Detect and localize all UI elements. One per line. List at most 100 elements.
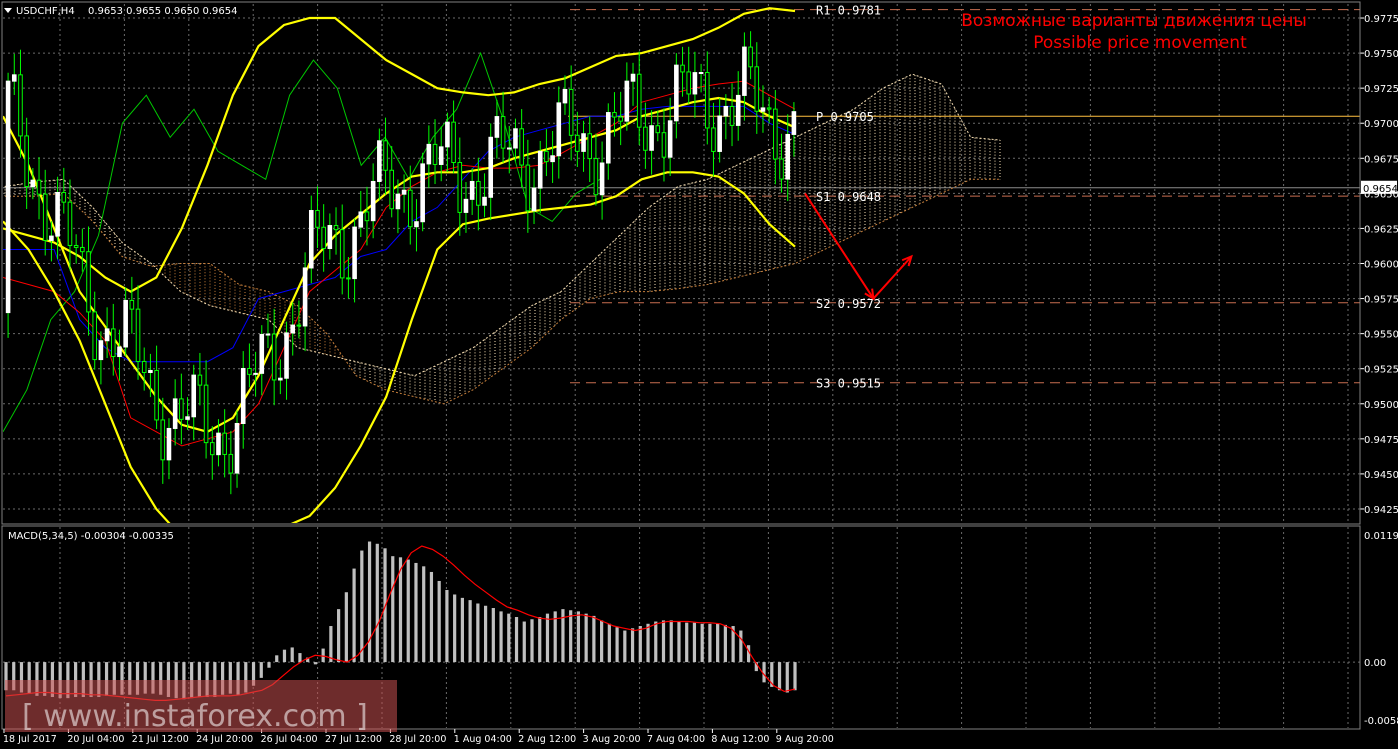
macd-bar [669, 620, 673, 663]
candle-body [67, 201, 73, 246]
macd-bar [700, 623, 704, 663]
candle-body [469, 180, 475, 200]
candle-body [581, 133, 586, 152]
candle-body [191, 374, 197, 418]
price-tick-label: 0.9500 [1364, 400, 1398, 411]
time-tick-label: 3 Aug 20:00 [583, 734, 641, 745]
macd-bar [600, 620, 604, 663]
candle-body [129, 299, 135, 310]
candle-body [377, 140, 382, 182]
macd-bar [290, 647, 294, 663]
macd-bar [723, 624, 727, 663]
macd-bar [777, 662, 782, 691]
price-tick-label: 0.9525 [1364, 365, 1398, 376]
candle-body [222, 432, 227, 455]
price-tick-label: 0.9625 [1364, 224, 1398, 235]
candle-body [36, 179, 42, 195]
candle-body [253, 372, 258, 375]
candle-body [308, 210, 314, 269]
candle-body [179, 398, 184, 420]
macd-bar [453, 594, 457, 663]
candle-body [240, 367, 246, 424]
candle-body [271, 333, 277, 381]
macd-bar [607, 623, 611, 663]
candle-body [550, 155, 555, 163]
price-tick-label: 0.9675 [1364, 154, 1398, 165]
macd-bar [638, 626, 642, 663]
candle-body [556, 102, 562, 157]
candle-body [321, 226, 326, 249]
candle-body [197, 374, 203, 386]
candle-body [172, 398, 178, 429]
price-axis[interactable]: 0.97750.97500.97250.97000.96750.96500.96… [1360, 14, 1398, 516]
candle-body [748, 46, 753, 68]
macd-bar [615, 627, 619, 663]
time-tick-label: 1 Aug 04:00 [454, 734, 512, 745]
candle-body [704, 72, 710, 129]
macd-bar [708, 623, 712, 663]
macd-bar [692, 622, 697, 663]
candle-body [216, 432, 221, 456]
candle-body [296, 324, 302, 327]
candle-body [401, 189, 407, 195]
macd-bar [538, 617, 542, 663]
candle-body [18, 74, 23, 137]
macd-bar [584, 613, 588, 663]
candle-body [562, 88, 568, 104]
candle-body [110, 328, 116, 358]
candle-body [364, 211, 370, 222]
time-tick-label: 7 Aug 04:00 [647, 734, 705, 745]
candle-body [692, 72, 698, 95]
price-tick-label: 0.9700 [1364, 119, 1398, 130]
time-tick-label: 2 Aug 12:00 [518, 734, 576, 745]
candle-body [531, 187, 537, 212]
candle-body [488, 136, 494, 198]
candle-body [117, 346, 122, 358]
macd-bar [545, 613, 550, 663]
macd-bar [367, 541, 372, 663]
macd-bar [592, 615, 596, 663]
candle-body [73, 244, 79, 248]
chart-background [0, 0, 1398, 749]
candle-body [686, 71, 692, 95]
level-label-s2: S2 0.9572 [816, 297, 881, 311]
macd-bar [429, 571, 434, 663]
candle-body [247, 367, 252, 375]
candle-body [661, 132, 667, 158]
macd-bar [391, 556, 395, 663]
candle-body [760, 107, 766, 112]
macd-bar [360, 550, 364, 663]
time-tick-label: 27 Jul 12:00 [325, 734, 382, 745]
candle-body [141, 360, 147, 374]
candle-body [599, 162, 605, 196]
candle-body [568, 88, 574, 136]
candle-body [506, 147, 512, 150]
candle-body [463, 198, 469, 213]
macd-bar [445, 589, 449, 663]
macd-bar [321, 648, 325, 663]
annotation-en: Possible price movement [1033, 33, 1247, 53]
macd-bar [522, 621, 526, 663]
macd-bar [406, 559, 410, 663]
candle-body [649, 125, 654, 151]
macd-label: MACD(5,34,5) -0.00304 -0.00335 [8, 531, 174, 542]
macd-bar [630, 628, 635, 663]
watermark-text: [ www.instaforex.com ] [22, 699, 368, 734]
macd-bar [352, 568, 356, 663]
candle-body [636, 73, 642, 128]
candle-body [711, 127, 716, 152]
candle-body [234, 422, 240, 474]
candle-body [154, 369, 159, 421]
candle-body [698, 72, 704, 75]
candle-body [723, 105, 729, 117]
candle-body [42, 193, 48, 241]
time-tick-label: 9 Aug 20:00 [776, 734, 834, 745]
time-tick-label: 26 Jul 04:00 [261, 734, 318, 745]
candle-body [587, 133, 593, 160]
candle-body [791, 111, 797, 135]
macd-bar [739, 630, 743, 663]
macd-bar [267, 662, 271, 668]
time-tick-label: 21 Jul 12:00 [132, 734, 189, 745]
candle-body [209, 442, 215, 456]
candle-body [284, 332, 289, 379]
